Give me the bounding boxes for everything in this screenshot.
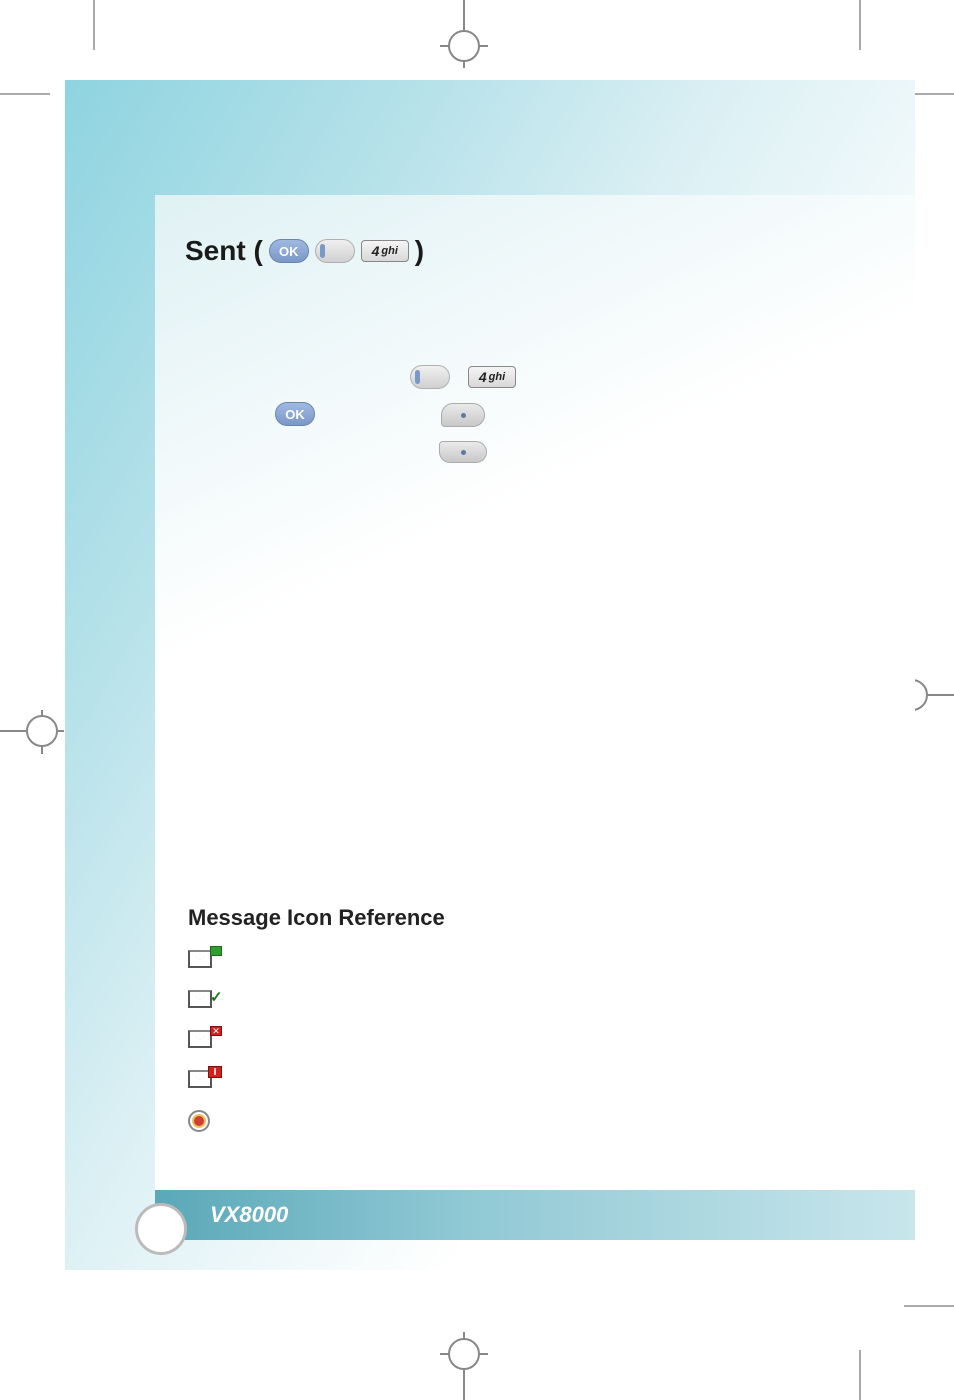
registration-mark-icon [448,30,480,62]
keypad-4ghi-icon: 4ghi [468,366,516,388]
title-text-suffix: ) [415,235,424,267]
incomplete-message-icon: I [188,1070,216,1092]
ok-key-icon: OK [275,402,315,426]
content-area [155,195,915,1195]
registration-mark-icon [448,1338,480,1370]
page-number-circle [135,1203,187,1255]
crop-mark [904,1305,954,1307]
crop-mark [859,0,861,50]
sent-message-icon [188,950,216,972]
page: Sent ( OK 4ghi ) OK 4ghi Message Icon Re… [0,0,954,1400]
registration-mark-icon [26,715,58,747]
section-title-sent: Sent ( OK 4ghi ) [185,235,424,267]
title-text-prefix: Sent ( [185,235,263,267]
failed-message-icon: ✕ [188,1030,216,1052]
ok-key-icon: OK [269,239,309,263]
model-label: VX8000 [210,1202,288,1228]
icon-reference-list: ✓ ✕ I [188,950,216,1132]
crop-mark [859,1350,861,1400]
voice-command-icon [441,403,485,427]
crop-mark [0,93,50,95]
delivered-message-icon: ✓ [188,990,216,1012]
key-sequence-illustration: OK 4ghi [275,365,516,463]
keypad-4ghi-icon: 4ghi [361,240,409,262]
left-softkey-icon [410,365,450,389]
footer-bar: VX8000 [155,1190,915,1240]
voice-command-icon [439,441,487,463]
crop-mark [93,0,95,50]
left-softkey-icon [315,239,355,263]
pending-message-icon [188,1110,216,1132]
section-title-icon-reference: Message Icon Reference [188,905,445,931]
